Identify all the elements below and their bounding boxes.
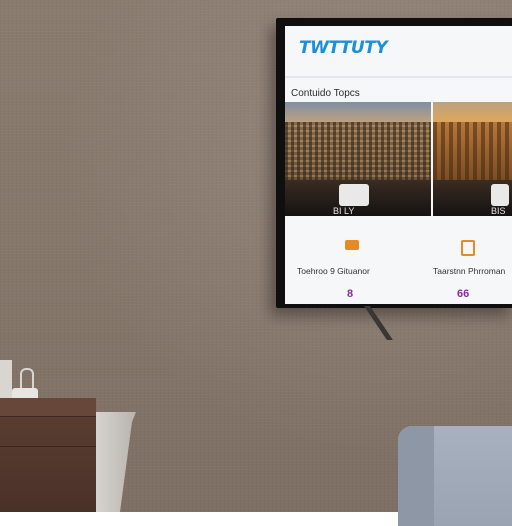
cabinet-drawer-line (0, 446, 96, 447)
app-glyph: 8 (347, 288, 354, 300)
tv-brand-logo: TWTTUTY (299, 38, 388, 58)
app-row: Toehroo 9 Gituanor Taarstnn Phrroman 8 6… (285, 236, 512, 300)
content-thumbnail[interactable]: BIS (433, 102, 512, 216)
header-divider (285, 76, 512, 78)
cabinet-top (0, 398, 96, 417)
living-room-scene: TWTTUTY Contuido Topcs BI LY BIS Toehroo… (0, 0, 512, 526)
wooden-cabinet (0, 398, 96, 512)
thumbnail-caption: BIS (491, 206, 506, 216)
wall-mounted-tv: TWTTUTY Contuido Topcs BI LY BIS Toehroo… (276, 18, 512, 308)
sofa-arm (398, 426, 434, 526)
section-title: Contuido Topcs (291, 88, 360, 99)
document-icon[interactable] (461, 240, 475, 256)
app-label: Toehroo 9 Gituanor (297, 266, 370, 276)
channel-logo-icon (491, 184, 509, 206)
folder-icon[interactable] (345, 240, 359, 250)
thumbnail-cityscape (285, 122, 431, 182)
thumbnail-cityscape (433, 122, 512, 182)
channel-logo-icon (339, 184, 369, 206)
app-label: Taarstnn Phrroman (433, 266, 506, 276)
app-glyph: 66 (457, 288, 470, 300)
thumbnail-caption: BI LY (333, 206, 355, 216)
content-thumbnail[interactable]: BI LY (285, 102, 431, 216)
tv-screen: TWTTUTY Contuido Topcs BI LY BIS Toehroo… (285, 26, 512, 304)
